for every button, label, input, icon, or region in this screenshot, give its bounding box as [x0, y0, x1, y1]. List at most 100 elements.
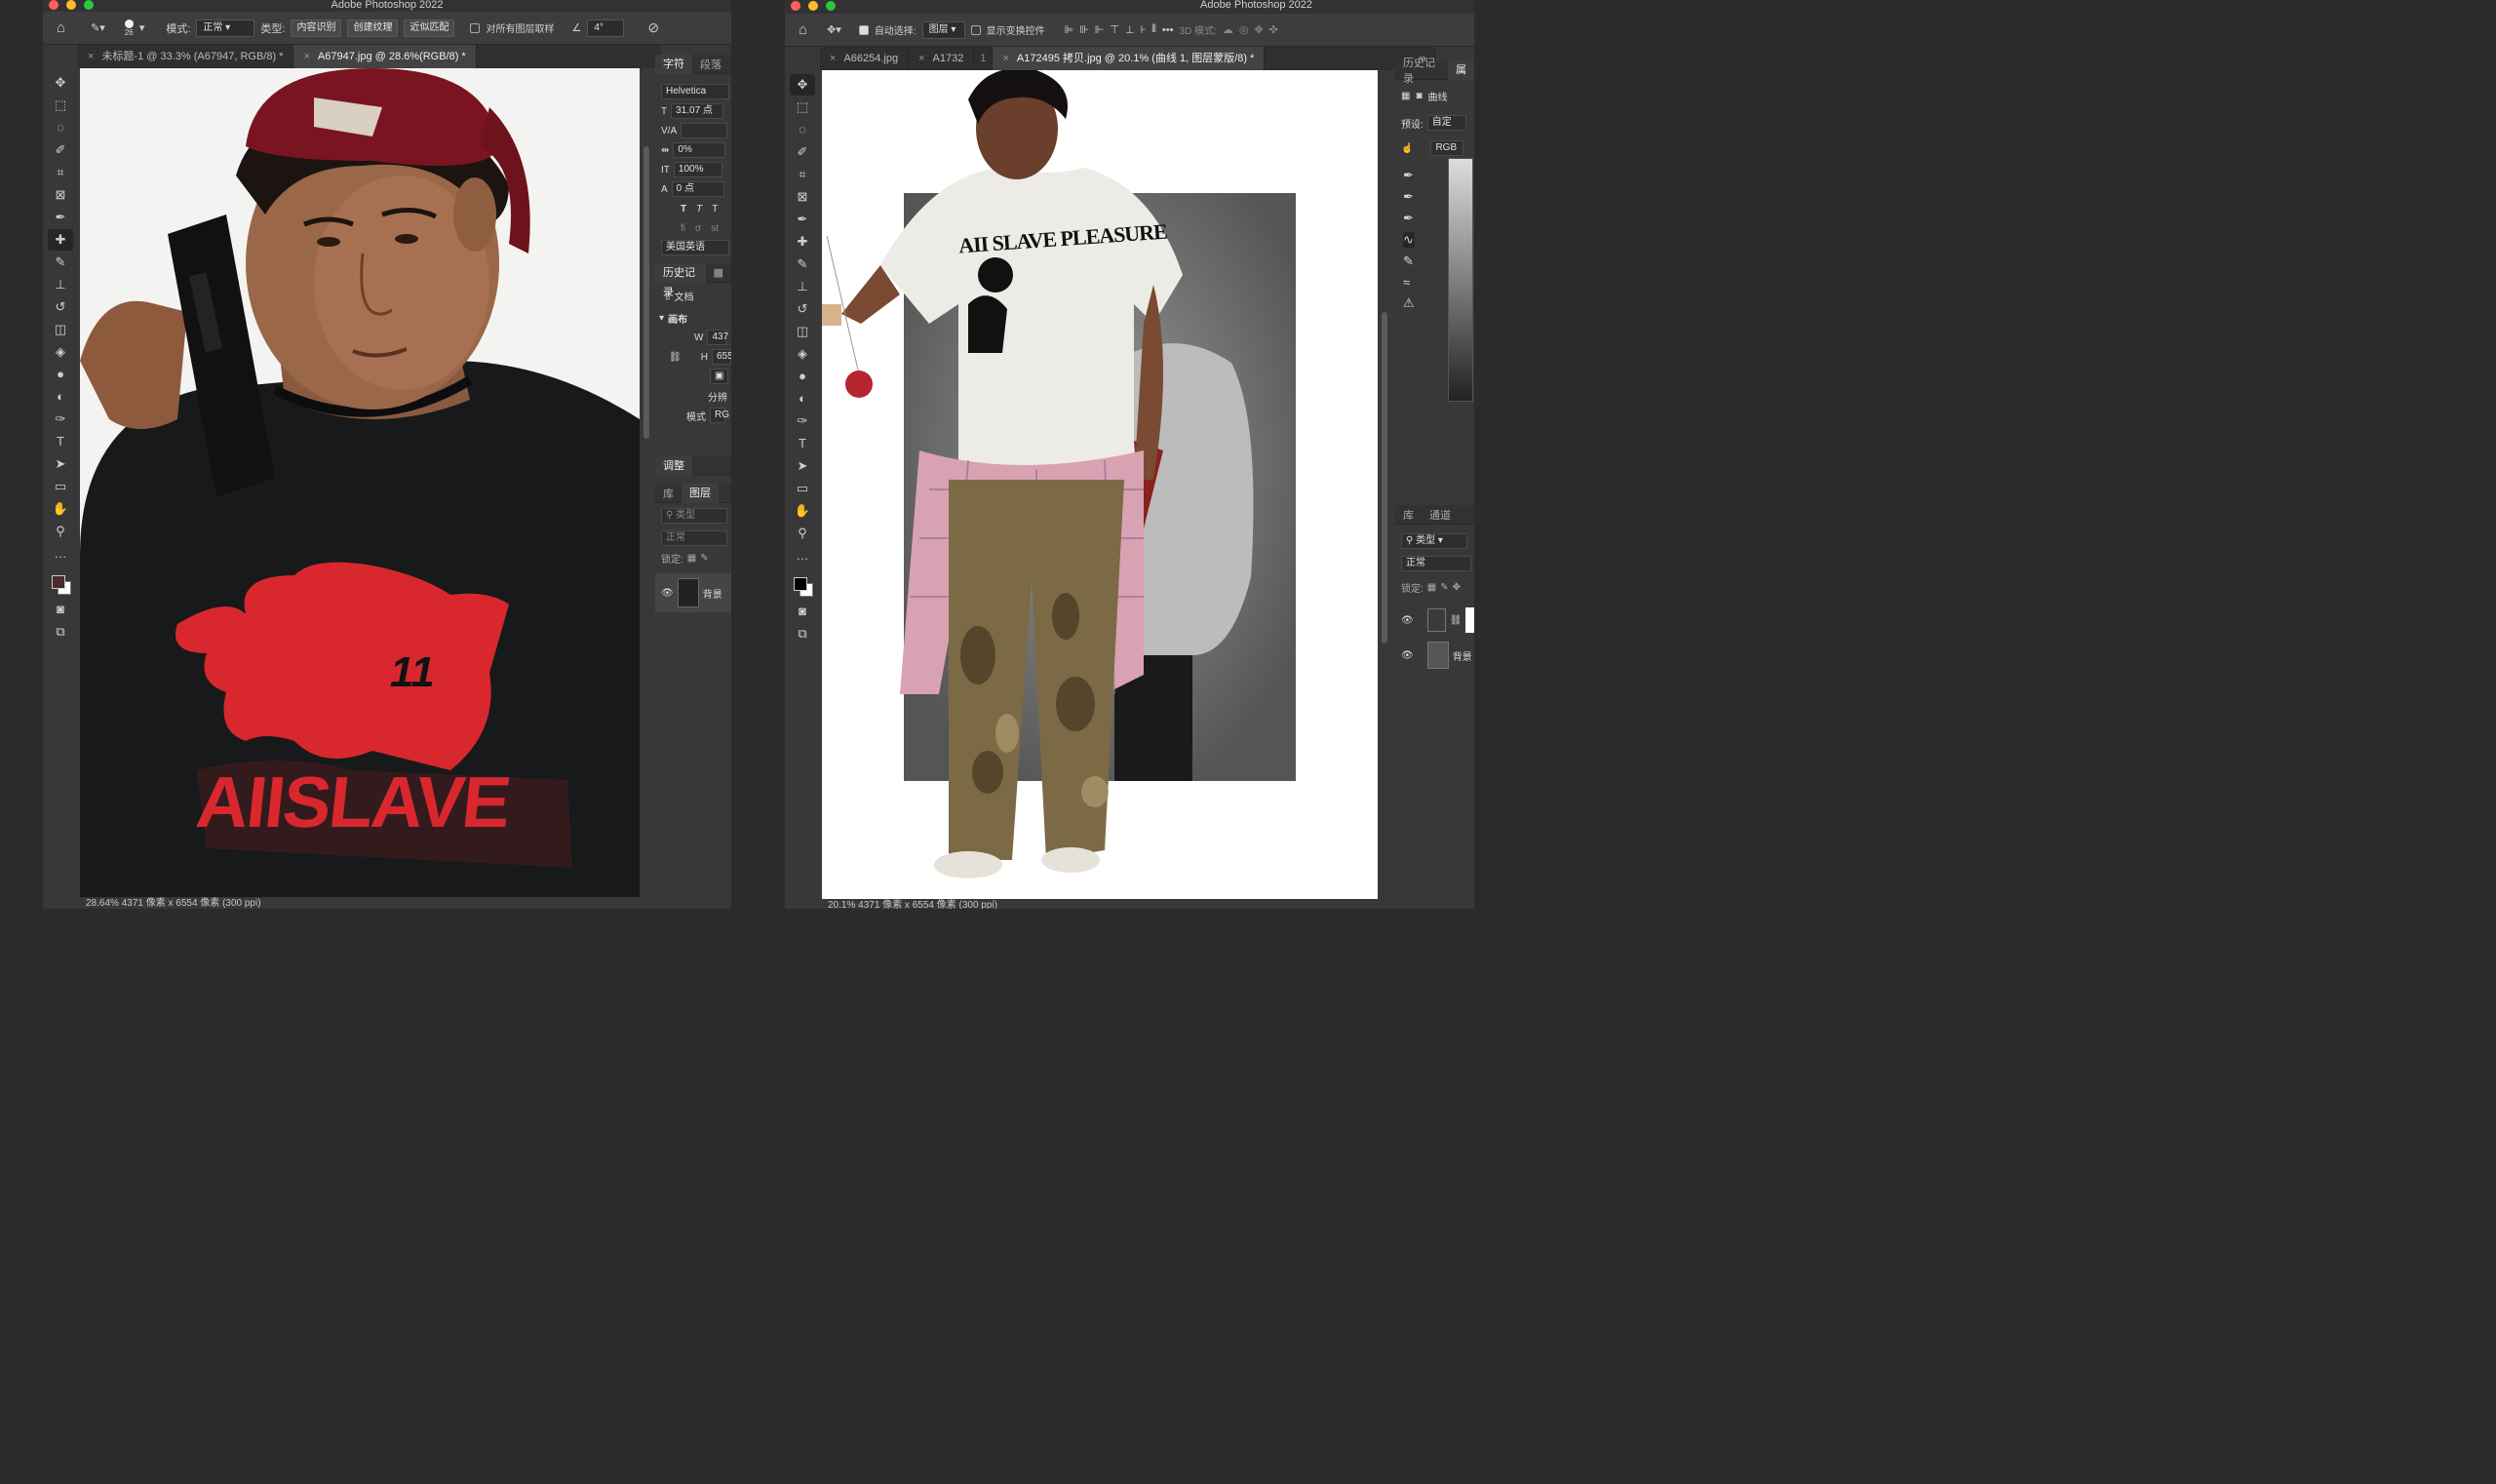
- crop-tool-icon[interactable]: ⌗: [48, 162, 73, 183]
- healing-brush-tool-icon[interactable]: ✚: [48, 229, 73, 251]
- type-tool-icon[interactable]: T: [48, 431, 73, 452]
- layer-filter-select[interactable]: ⚲ 类型 ▾: [1401, 533, 1467, 549]
- lock-brush-icon[interactable]: ✎: [700, 553, 708, 564]
- proximity-match-button[interactable]: 近似匹配: [404, 19, 455, 37]
- color-mode-select[interactable]: RG: [710, 408, 729, 423]
- screen-mode-icon[interactable]: ⧉: [790, 623, 815, 644]
- marquee-tool-icon[interactable]: ⬚: [48, 95, 73, 116]
- curves-graph[interactable]: ✒ ✒ ✒ ∿ ✎ ≈ ⚠: [1395, 158, 1474, 421]
- more-tools-icon[interactable]: …: [48, 543, 73, 565]
- tab-hidden[interactable]: 1: [974, 47, 994, 70]
- rectangle-tool-icon[interactable]: ▭: [790, 478, 815, 499]
- lock-brush-icon[interactable]: ✎: [1440, 582, 1448, 593]
- blur-tool-icon[interactable]: ●: [48, 364, 73, 385]
- hand-tool-icon[interactable]: ✋: [790, 500, 815, 522]
- tab-untitled-1[interactable]: × 未标题-1 @ 33.3% (A67947, RGB/8) *: [78, 45, 294, 68]
- white-point-eyedropper-icon[interactable]: ✒: [1403, 211, 1415, 226]
- stamp-tool-icon[interactable]: ⊥: [48, 274, 73, 295]
- align-center-icon[interactable]: ⊪: [1079, 23, 1089, 36]
- brush-size-picker[interactable]: 26: [124, 19, 134, 37]
- zoom-tool-icon[interactable]: ⚲: [790, 523, 815, 544]
- type-tool-icon[interactable]: T: [790, 433, 815, 454]
- vertical-scrollbar[interactable]: [1382, 312, 1387, 644]
- brush-tool-icon[interactable]: ✎: [48, 252, 73, 273]
- align-middle-icon[interactable]: ⊥: [1125, 23, 1135, 36]
- tab-paragraph[interactable]: 段落: [692, 57, 729, 72]
- tab-properties[interactable]: 属: [1448, 59, 1474, 80]
- curve-area[interactable]: [1448, 158, 1473, 402]
- auto-select-checkbox[interactable]: [858, 24, 869, 35]
- create-texture-button[interactable]: 创建纹理: [347, 19, 399, 37]
- preset-select[interactable]: 自定: [1426, 115, 1466, 131]
- frame-tool-icon[interactable]: ⊠: [790, 186, 815, 208]
- close-window-button[interactable]: [49, 0, 58, 10]
- move-tool-icon[interactable]: ✥▾: [827, 23, 841, 36]
- layer-mask-thumbnail[interactable]: [1465, 607, 1474, 633]
- blend-mode-select[interactable]: 正常: [661, 530, 727, 546]
- distribute-icon[interactable]: ⫴: [1151, 23, 1156, 36]
- eraser-tool-icon[interactable]: ◫: [48, 319, 73, 340]
- path-select-tool-icon[interactable]: ➤: [48, 453, 73, 475]
- path-select-tool-icon[interactable]: ➤: [790, 455, 815, 477]
- align-top-icon[interactable]: ⊤: [1110, 23, 1119, 36]
- eyedropper-tool-icon[interactable]: ✒: [790, 209, 815, 230]
- quick-mask-icon[interactable]: ◙: [790, 601, 815, 622]
- pencil-curve-icon[interactable]: ✎: [1403, 254, 1415, 269]
- healing-brush-icon[interactable]: ✎▾: [91, 21, 105, 34]
- vertical-scale-input[interactable]: 100%: [673, 162, 722, 177]
- orientation-icon[interactable]: ▣: [710, 369, 729, 384]
- eyedropper-tool-icon[interactable]: ✒: [48, 207, 73, 228]
- align-right-icon[interactable]: ⊩: [1095, 23, 1105, 36]
- minimize-window-button[interactable]: [808, 1, 818, 11]
- zoom-window-button[interactable]: [84, 0, 94, 10]
- lock-move-icon[interactable]: ✥: [1453, 582, 1461, 593]
- color-swatches[interactable]: [48, 569, 73, 599]
- healing-brush-tool-icon[interactable]: ✚: [790, 231, 815, 253]
- tab-character[interactable]: 字符: [655, 54, 692, 74]
- channel-select[interactable]: RGB: [1430, 140, 1464, 156]
- font-size-input[interactable]: 31.07 点: [671, 103, 724, 119]
- move-tool-icon[interactable]: ✥: [48, 72, 73, 94]
- marquee-tool-icon[interactable]: ⬚: [790, 97, 815, 118]
- mode-select[interactable]: 正常 ▾: [196, 19, 255, 37]
- rectangle-tool-icon[interactable]: ▭: [48, 476, 73, 497]
- eye-icon[interactable]: 👁: [1401, 615, 1414, 626]
- align-bottom-icon[interactable]: ⊦: [1141, 23, 1147, 36]
- italic-type-icon[interactable]: T: [696, 204, 702, 215]
- pen-tool-icon[interactable]: ✑: [48, 409, 73, 430]
- font-family-select[interactable]: Helvetica: [661, 84, 729, 99]
- paint-bucket-tool-icon[interactable]: ◈: [790, 343, 815, 365]
- smooth-curve-icon[interactable]: ≈: [1403, 275, 1415, 290]
- tab-history[interactable]: 历史记录: [1395, 55, 1448, 86]
- move-tool-icon[interactable]: ✥: [790, 74, 815, 96]
- frame-tool-icon[interactable]: ⊠: [48, 184, 73, 206]
- document-canvas[interactable]: 11 AIISLAVE: [80, 68, 640, 897]
- lasso-tool-icon[interactable]: ◌: [790, 119, 815, 140]
- dodge-tool-icon[interactable]: ◐: [48, 386, 73, 408]
- home-icon[interactable]: ⌂: [799, 21, 807, 38]
- chevron-down-icon[interactable]: ▾: [139, 21, 145, 34]
- eye-icon[interactable]: 👁: [661, 588, 674, 599]
- history-item-document[interactable]: 文档: [675, 289, 694, 303]
- more-options-icon[interactable]: •••: [1162, 24, 1174, 36]
- minimize-window-button[interactable]: [66, 0, 76, 10]
- tab-libraries[interactable]: 库: [1395, 507, 1422, 523]
- close-window-button[interactable]: [791, 1, 800, 11]
- align-left-icon[interactable]: ⊫: [1065, 23, 1074, 36]
- dodge-tool-icon[interactable]: ◐: [790, 388, 815, 410]
- histogram-warning-icon[interactable]: ⚠: [1403, 295, 1415, 311]
- lock-pixels-icon[interactable]: ▦: [1427, 582, 1436, 593]
- kerning-input[interactable]: [681, 123, 728, 138]
- allcaps-type-icon[interactable]: T: [712, 204, 718, 215]
- layer-name[interactable]: 背景: [703, 586, 722, 601]
- vertical-scrollbar[interactable]: [644, 146, 649, 439]
- auto-select-target-select[interactable]: 图层 ▾: [921, 20, 965, 39]
- pen-tool-icon[interactable]: ✑: [790, 410, 815, 432]
- history-brush-tool-icon[interactable]: ↺: [48, 296, 73, 318]
- stamp-tool-icon[interactable]: ⊥: [790, 276, 815, 297]
- eye-icon[interactable]: 👁: [1401, 650, 1414, 661]
- bold-type-icon[interactable]: T: [681, 204, 686, 215]
- tab-a1732[interactable]: × A1732: [909, 47, 975, 70]
- brush-tool-icon[interactable]: ✎: [790, 254, 815, 275]
- screen-mode-icon[interactable]: ⧉: [48, 621, 73, 643]
